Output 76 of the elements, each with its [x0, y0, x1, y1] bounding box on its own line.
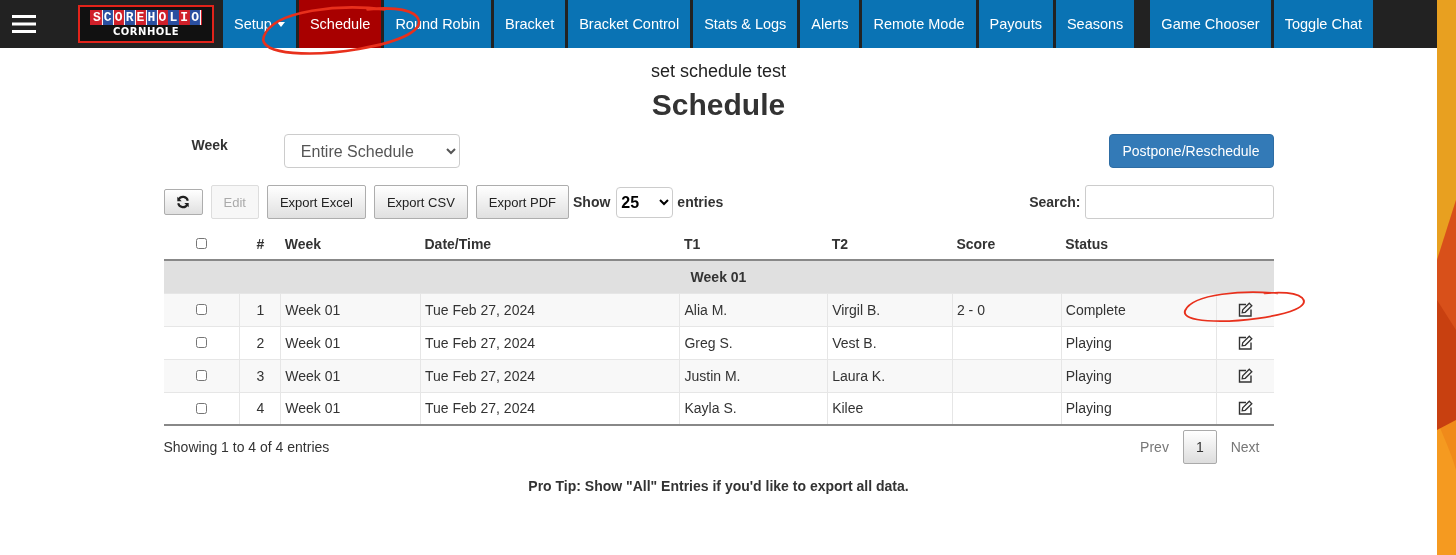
table-cell: Tue Feb 27, 2024 — [420, 326, 680, 359]
table-cell: Playing — [1061, 392, 1216, 425]
page-button[interactable]: 1 — [1182, 430, 1217, 464]
field-label: Week — [191, 137, 228, 153]
logo-subtitle: CORNHOLE — [113, 25, 179, 38]
table-cell: 2 — [239, 326, 281, 359]
table-cell: 4 — [239, 392, 281, 425]
export-button[interactable]: Export Excel — [266, 185, 366, 219]
table-cell: Greg S. — [679, 326, 828, 359]
column-header: T1 — [683, 235, 701, 252]
edit-icon[interactable] — [1237, 367, 1253, 384]
field-label: Show — [573, 194, 611, 210]
table-cell: Week 01 — [280, 293, 421, 326]
field-label: Search: — [1029, 194, 1081, 210]
pro-tip: Pro Tip: Show "All" Entries if you'd like to export all data. — [527, 478, 910, 494]
nav-tab[interactable]: Bracket — [494, 0, 566, 48]
table-cell: Vest B. — [827, 326, 953, 359]
edit-icon[interactable] — [1237, 400, 1253, 417]
checkbox[interactable] — [195, 370, 207, 381]
nav-tab[interactable]: Bracket Control — [568, 0, 691, 48]
nav-tab[interactable]: Payouts — [978, 0, 1053, 48]
column-header: Status — [1065, 235, 1109, 252]
refresh-icon — [176, 195, 190, 209]
nav-tab[interactable]: Seasons — [1055, 0, 1135, 48]
table-cell: Laura K. — [827, 359, 953, 392]
table-cell: Tue Feb 27, 2024 — [420, 359, 680, 392]
checkbox[interactable] — [195, 402, 207, 414]
table-cell: Week 01 — [280, 359, 421, 392]
edit-icon[interactable] — [1237, 334, 1253, 351]
edit-icon[interactable] — [1237, 301, 1253, 318]
nav-button[interactable]: Toggle Chat — [1273, 0, 1374, 48]
checkbox[interactable] — [195, 304, 207, 315]
table-cell: Week 01 — [280, 392, 421, 425]
checkbox[interactable] — [196, 238, 208, 249]
refresh-button[interactable] — [163, 189, 203, 215]
column-header: T2 — [831, 235, 848, 252]
week-select[interactable]: Entire Schedule — [283, 134, 460, 168]
nav-tab[interactable]: Alerts — [800, 0, 860, 48]
search-field[interactable] — [1084, 185, 1274, 219]
nav-tab[interactable]: Stats & Logs — [693, 0, 798, 48]
field-label: entries — [677, 194, 724, 210]
logo[interactable]: SCOREHOLIO CORNHOLE — [78, 5, 214, 43]
nav-button[interactable]: Game Chooser — [1150, 0, 1271, 48]
page-title: Schedule — [651, 88, 786, 122]
page-subtitle: set schedule test — [650, 61, 787, 82]
table-cell: Week 01 — [280, 326, 421, 359]
table-cell: Playing — [1061, 326, 1216, 359]
table-cell: Tue Feb 27, 2024 — [420, 392, 680, 425]
table-cell: 2 - 0 — [952, 293, 1062, 326]
table-cell: Tue Feb 27, 2024 — [420, 293, 680, 326]
table-cell: Kayla S. — [679, 392, 828, 425]
logo-wordmark: SCOREHOLIO — [89, 10, 203, 25]
prev-link[interactable]: Prev — [1126, 431, 1183, 463]
export-button[interactable]: Export CSV — [373, 185, 468, 219]
table-cell: Kilee — [827, 392, 953, 425]
export-button[interactable]: Export PDF — [475, 185, 569, 219]
column-header: Date/Time — [424, 235, 492, 252]
menu-icon[interactable] — [12, 15, 36, 33]
table-info: Showing 1 to 4 of 4 entries — [163, 439, 330, 455]
table-cell: Justin M. — [679, 359, 828, 392]
column-header: # — [256, 235, 265, 252]
nav-tab[interactable]: Schedule — [298, 0, 382, 48]
nav-tab[interactable]: Remote Mode — [862, 0, 976, 48]
table-cell: Complete — [1061, 293, 1216, 326]
table-cell: Alia M. — [679, 293, 828, 326]
table-cell: 1 — [239, 293, 281, 326]
postpone-button[interactable]: Postpone/Reschedule — [1108, 134, 1274, 168]
next-link[interactable]: Next — [1216, 431, 1274, 463]
page-size-select[interactable]: 25 — [616, 186, 674, 218]
group-row: Week 01 — [163, 260, 1274, 293]
checkbox[interactable] — [195, 337, 207, 348]
nav-tab[interactable]: Setup — [223, 0, 296, 48]
table-cell: Virgil B. — [827, 293, 953, 326]
table-cell: Playing — [1061, 359, 1216, 392]
column-header: Week — [284, 235, 322, 252]
column-header: Score — [956, 235, 996, 252]
